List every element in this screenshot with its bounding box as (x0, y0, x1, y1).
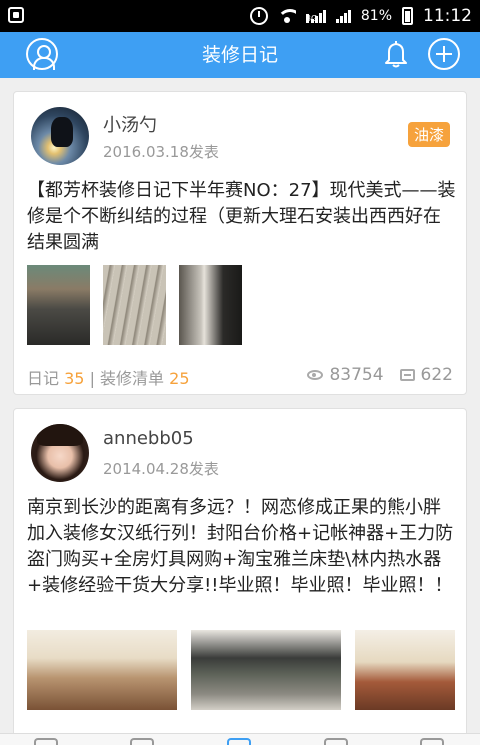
battery-icon (402, 7, 413, 25)
post-title[interactable]: 【都芳杯装修日记下半年赛NO：27】现代美式——装修是个不断纠结的过程（更新大理… (27, 178, 457, 256)
bell-icon[interactable] (380, 38, 412, 70)
thumbnail-row (27, 265, 242, 345)
stats-separator: | (89, 369, 95, 388)
thumbnail-image[interactable] (179, 265, 242, 345)
comment-icon (399, 369, 415, 381)
eye-icon (307, 370, 324, 380)
post-date: 2014.04.28发表 (103, 460, 219, 478)
nav-icon[interactable] (130, 738, 154, 745)
wifi-icon (277, 9, 296, 23)
list-label: 装修清单 (100, 369, 165, 388)
signal-3g-icon: 3G (305, 9, 326, 23)
nav-icon[interactable] (324, 738, 348, 745)
signal-icon (335, 9, 351, 23)
list-count: 25 (169, 369, 190, 388)
plus-icon[interactable] (428, 38, 460, 70)
thumbnail-image[interactable] (355, 630, 455, 710)
category-tag: 油漆 (407, 122, 450, 147)
alarm-icon (249, 7, 268, 25)
battery-percent: 81% (360, 8, 392, 24)
diary-label: 日记 (27, 369, 60, 388)
thumbnail-image[interactable] (103, 265, 166, 345)
thumbnail-row (27, 630, 455, 710)
username[interactable]: annebb05 (103, 428, 194, 449)
clock: 11:12 (423, 6, 472, 26)
diary-stats: 日记 35 | 装修清单 25 (27, 365, 190, 389)
screenshot-icon (8, 7, 24, 23)
diary-card[interactable]: 小汤勺 2016.03.18发表 油漆 【都芳杯装修日记下半年赛NO：27】现代… (13, 91, 467, 395)
avatar[interactable] (31, 107, 89, 165)
post-title[interactable]: 南京到长沙的距离有多远？！网恋修成正果的熊小胖加入装修女汉纸行列！封阳台价格+记… (27, 495, 457, 599)
network-type-label: 3G (305, 14, 317, 23)
diary-card[interactable]: annebb05 2014.04.28发表 南京到长沙的距离有多远？！网恋修成正… (13, 408, 467, 745)
username[interactable]: 小汤勺 (103, 111, 157, 137)
thumbnail-image[interactable] (191, 630, 341, 710)
nav-icon[interactable] (420, 738, 444, 745)
bottom-nav (0, 733, 480, 745)
engagement-stats: 83754 622 (307, 365, 453, 385)
comment-count: 622 (420, 365, 453, 385)
view-count: 83754 (329, 365, 384, 385)
diary-count: 35 (64, 369, 85, 388)
status-bar: 3G 81% 11:12 (0, 0, 480, 32)
thumbnail-image[interactable] (27, 265, 90, 345)
post-date: 2016.03.18发表 (103, 143, 219, 161)
diary-icon[interactable] (227, 738, 251, 745)
avatar[interactable] (31, 424, 89, 482)
app-header: 装修日记 (0, 32, 480, 78)
home-icon[interactable] (34, 738, 58, 745)
status-right: 3G 81% 11:12 (249, 0, 472, 32)
thumbnail-image[interactable] (27, 630, 177, 710)
